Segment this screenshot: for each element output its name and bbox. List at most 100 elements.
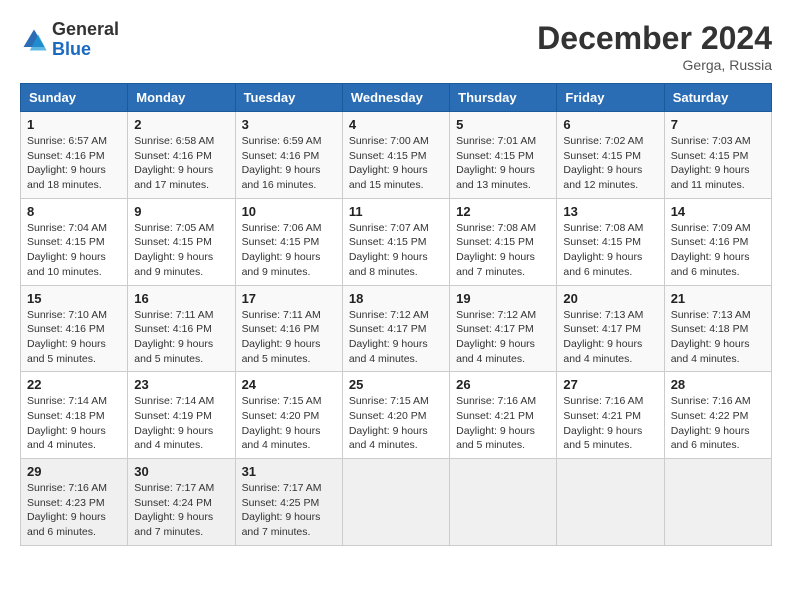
day-number: 30 xyxy=(134,464,228,479)
day-cell: 13 Sunrise: 7:08 AMSunset: 4:15 PMDayligh… xyxy=(557,198,664,285)
day-number: 6 xyxy=(563,117,657,132)
week-row-3: 15Sunrise: 7:10 AMSunset: 4:16 PMDayligh… xyxy=(21,285,772,372)
day-info: Sunrise: 7:16 AMSunset: 4:21 PMDaylight:… xyxy=(563,394,657,453)
day-number: 25 xyxy=(349,377,443,392)
day-number: 21 xyxy=(671,291,765,306)
day-cell xyxy=(342,459,449,546)
title-area: December 2024 Gerga, Russia xyxy=(537,20,772,73)
day-number: 14 xyxy=(671,204,765,219)
day-number: 23 xyxy=(134,377,228,392)
weekday-header-monday: Monday xyxy=(128,84,235,112)
day-number: 20 xyxy=(563,291,657,306)
day-cell: 28Sunrise: 7:16 AMSunset: 4:22 PMDayligh… xyxy=(664,372,771,459)
day-cell: 10Sunrise: 7:06 AMSunset: 4:15 PMDayligh… xyxy=(235,198,342,285)
day-cell: 14 Sunrise: 7:09 AMSunset: 4:16 PMDayligh… xyxy=(664,198,771,285)
day-info: Sunrise: 7:11 AMSunset: 4:16 PMDaylight:… xyxy=(134,308,228,367)
weekday-header-thursday: Thursday xyxy=(450,84,557,112)
week-row-5: 29 Sunrise: 7:16 AMSunset: 4:23 PMDayligh… xyxy=(21,459,772,546)
day-number: 18 xyxy=(349,291,443,306)
day-info: Sunrise: 7:02 AMSunset: 4:15 PMDaylight:… xyxy=(563,134,657,193)
logo-icon xyxy=(20,26,48,54)
day-number: 24 xyxy=(242,377,336,392)
day-info: Sunrise: 7:05 AMSunset: 4:15 PMDaylight:… xyxy=(134,221,228,280)
day-cell: 6 Sunrise: 7:02 AMSunset: 4:15 PMDaylight… xyxy=(557,112,664,199)
day-cell: 7Sunrise: 7:03 AMSunset: 4:15 PMDaylight… xyxy=(664,112,771,199)
day-info: Sunrise: 7:13 AMSunset: 4:18 PMDaylight:… xyxy=(671,308,765,367)
day-cell: 9Sunrise: 7:05 AMSunset: 4:15 PMDaylight… xyxy=(128,198,235,285)
day-number: 16 xyxy=(134,291,228,306)
day-info: Sunrise: 7:07 AMSunset: 4:15 PMDaylight:… xyxy=(349,221,443,280)
day-cell xyxy=(664,459,771,546)
day-info: Sunrise: 7:08 AMSunset: 4:15 PMDaylight:… xyxy=(456,221,550,280)
day-info: Sunrise: 7:16 AMSunset: 4:22 PMDaylight:… xyxy=(671,394,765,453)
day-number: 29 xyxy=(27,464,121,479)
day-cell: 12 Sunrise: 7:08 AMSunset: 4:15 PMDayligh… xyxy=(450,198,557,285)
day-cell: 27 Sunrise: 7:16 AMSunset: 4:21 PMDayligh… xyxy=(557,372,664,459)
day-info: Sunrise: 7:15 AMSunset: 4:20 PMDaylight:… xyxy=(349,394,443,453)
day-cell: 26Sunrise: 7:16 AMSunset: 4:21 PMDayligh… xyxy=(450,372,557,459)
day-cell: 5 Sunrise: 7:01 AMSunset: 4:15 PMDaylight… xyxy=(450,112,557,199)
day-cell: 31 Sunrise: 7:17 AMSunset: 4:25 PMDayligh… xyxy=(235,459,342,546)
day-number: 1 xyxy=(27,117,121,132)
logo-text: General Blue xyxy=(52,20,119,60)
day-info: Sunrise: 7:01 AMSunset: 4:15 PMDaylight:… xyxy=(456,134,550,193)
calendar-body: 1Sunrise: 6:57 AMSunset: 4:16 PMDaylight… xyxy=(21,112,772,546)
day-info: Sunrise: 7:12 AMSunset: 4:17 PMDaylight:… xyxy=(349,308,443,367)
day-info: Sunrise: 7:16 AMSunset: 4:23 PMDaylight:… xyxy=(27,481,121,540)
calendar-table: SundayMondayTuesdayWednesdayThursdayFrid… xyxy=(20,83,772,546)
day-cell: 1Sunrise: 6:57 AMSunset: 4:16 PMDaylight… xyxy=(21,112,128,199)
day-cell: 17 Sunrise: 7:11 AMSunset: 4:16 PMDayligh… xyxy=(235,285,342,372)
page-header: General Blue December 2024 Gerga, Russia xyxy=(20,20,772,73)
day-number: 27 xyxy=(563,377,657,392)
day-info: Sunrise: 7:11 AMSunset: 4:16 PMDaylight:… xyxy=(242,308,336,367)
day-number: 31 xyxy=(242,464,336,479)
week-row-1: 1Sunrise: 6:57 AMSunset: 4:16 PMDaylight… xyxy=(21,112,772,199)
weekday-header-wednesday: Wednesday xyxy=(342,84,449,112)
weekday-row: SundayMondayTuesdayWednesdayThursdayFrid… xyxy=(21,84,772,112)
day-number: 26 xyxy=(456,377,550,392)
day-number: 4 xyxy=(349,117,443,132)
day-number: 17 xyxy=(242,291,336,306)
weekday-header-friday: Friday xyxy=(557,84,664,112)
day-cell xyxy=(450,459,557,546)
day-cell: 24Sunrise: 7:15 AMSunset: 4:20 PMDayligh… xyxy=(235,372,342,459)
week-row-2: 8Sunrise: 7:04 AMSunset: 4:15 PMDaylight… xyxy=(21,198,772,285)
day-info: Sunrise: 7:13 AMSunset: 4:17 PMDaylight:… xyxy=(563,308,657,367)
day-cell: 8Sunrise: 7:04 AMSunset: 4:15 PMDaylight… xyxy=(21,198,128,285)
day-cell: 29 Sunrise: 7:16 AMSunset: 4:23 PMDayligh… xyxy=(21,459,128,546)
day-number: 5 xyxy=(456,117,550,132)
day-number: 3 xyxy=(242,117,336,132)
logo-blue: Blue xyxy=(52,39,91,59)
day-cell: 30 Sunrise: 7:17 AMSunset: 4:24 PMDayligh… xyxy=(128,459,235,546)
day-number: 12 xyxy=(456,204,550,219)
day-info: Sunrise: 7:10 AMSunset: 4:16 PMDaylight:… xyxy=(27,308,121,367)
week-row-4: 22Sunrise: 7:14 AMSunset: 4:18 PMDayligh… xyxy=(21,372,772,459)
day-cell xyxy=(557,459,664,546)
logo-general: General xyxy=(52,19,119,39)
day-number: 2 xyxy=(134,117,228,132)
day-info: Sunrise: 7:17 AMSunset: 4:25 PMDaylight:… xyxy=(242,481,336,540)
day-cell: 11 Sunrise: 7:07 AMSunset: 4:15 PMDayligh… xyxy=(342,198,449,285)
day-info: Sunrise: 7:14 AMSunset: 4:19 PMDaylight:… xyxy=(134,394,228,453)
logo: General Blue xyxy=(20,20,119,60)
day-cell: 21 Sunrise: 7:13 AMSunset: 4:18 PMDayligh… xyxy=(664,285,771,372)
day-cell: 25 Sunrise: 7:15 AMSunset: 4:20 PMDayligh… xyxy=(342,372,449,459)
day-number: 19 xyxy=(456,291,550,306)
month-title: December 2024 xyxy=(537,20,772,57)
day-info: Sunrise: 7:08 AMSunset: 4:15 PMDaylight:… xyxy=(563,221,657,280)
day-cell: 22Sunrise: 7:14 AMSunset: 4:18 PMDayligh… xyxy=(21,372,128,459)
day-info: Sunrise: 7:04 AMSunset: 4:15 PMDaylight:… xyxy=(27,221,121,280)
day-info: Sunrise: 7:09 AMSunset: 4:16 PMDaylight:… xyxy=(671,221,765,280)
day-number: 13 xyxy=(563,204,657,219)
day-info: Sunrise: 7:14 AMSunset: 4:18 PMDaylight:… xyxy=(27,394,121,453)
day-cell: 16 Sunrise: 7:11 AMSunset: 4:16 PMDayligh… xyxy=(128,285,235,372)
day-info: Sunrise: 7:00 AMSunset: 4:15 PMDaylight:… xyxy=(349,134,443,193)
weekday-header-saturday: Saturday xyxy=(664,84,771,112)
location: Gerga, Russia xyxy=(537,57,772,73)
day-number: 10 xyxy=(242,204,336,219)
day-info: Sunrise: 7:17 AMSunset: 4:24 PMDaylight:… xyxy=(134,481,228,540)
day-cell: 18 Sunrise: 7:12 AMSunset: 4:17 PMDayligh… xyxy=(342,285,449,372)
day-cell: 4 Sunrise: 7:00 AMSunset: 4:15 PMDaylight… xyxy=(342,112,449,199)
day-cell: 15Sunrise: 7:10 AMSunset: 4:16 PMDayligh… xyxy=(21,285,128,372)
day-number: 11 xyxy=(349,204,443,219)
